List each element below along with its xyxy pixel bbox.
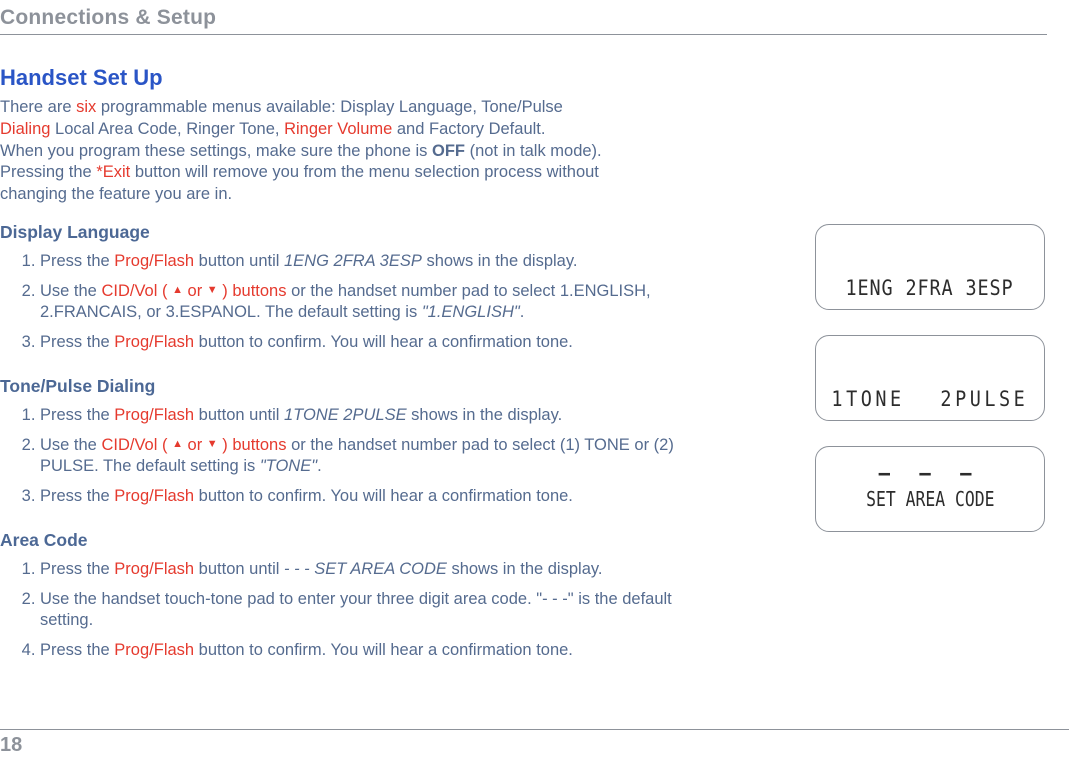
list-area-code: Press the Prog/Flash button until - - - … (0, 559, 705, 670)
highlight-dialing: Dialing (0, 120, 50, 138)
highlight-progflash: Prog/Flash (114, 252, 194, 270)
text: and Factory Default. (392, 120, 545, 138)
text: Pressing the (0, 163, 96, 181)
highlight-ringer-volume: Ringer Volume (284, 120, 392, 138)
text: Press the (40, 641, 114, 659)
highlight-progflash: Prog/Flash (114, 641, 194, 659)
page-footer: 18 (0, 729, 1069, 757)
highlight-six: six (76, 98, 96, 116)
arrow-down-icon: ▼ (207, 437, 218, 452)
list-item: Use the handset touch-tone pad to enter … (40, 589, 705, 641)
text: Use the handset touch-tone pad to enter … (40, 590, 672, 630)
text: Press the (40, 560, 114, 578)
text: shows in the display. (422, 252, 578, 270)
heading-tone-pulse: Tone/Pulse Dialing (0, 376, 705, 397)
text: There are (0, 98, 76, 116)
heading-display-language: Display Language (0, 222, 705, 243)
list-item: Press the Prog/Flash button to confirm. … (40, 332, 705, 362)
list-item: Use the CID/Vol ( ▲ or ▼ ) buttons or th… (40, 281, 705, 333)
text: button until (194, 406, 284, 424)
text: shows in the display. (407, 406, 563, 424)
highlight-progflash: Prog/Flash (114, 406, 194, 424)
text: changing the feature you are in. (0, 185, 232, 203)
highlight-exit: *Exit (96, 163, 130, 181)
text: Use the (40, 282, 101, 300)
lcd-displays-column: 1ENG 2FRA 3ESP 1TONE 2PULSE – – – SET AR… (815, 39, 1047, 680)
text: Use the (40, 436, 101, 454)
page-number: 18 (0, 734, 22, 756)
arrow-up-icon: ▲ (172, 283, 183, 298)
lcd-display-areacode: – – – SET AREA CODE (815, 446, 1045, 532)
heading-area-code: Area Code (0, 530, 705, 551)
text: button will remove you from the menu sel… (130, 163, 599, 181)
highlight-cidvol: CID/Vol ( ▲ or ▼ ) buttons (101, 436, 286, 454)
arrow-down-icon: ▼ (207, 283, 218, 298)
italic-text: "TONE" (260, 457, 317, 475)
text: . (317, 457, 322, 475)
list-item: Press the Prog/Flash button to confirm. … (40, 640, 705, 670)
text: shows in the display. (447, 560, 603, 578)
intro-paragraph: There are six programmable menus availab… (0, 97, 705, 206)
text: . (520, 303, 525, 321)
highlight-cidvol: CID/Vol ( ▲ or ▼ ) buttons (101, 282, 286, 300)
list-item: Press the Prog/Flash button to confirm. … (40, 486, 705, 516)
text: When you program these settings, make su… (0, 142, 432, 160)
body-text: Handset Set Up There are six programmabl… (0, 39, 705, 680)
list-item: Press the Prog/Flash button until - - - … (40, 559, 705, 589)
text: (not in talk mode). (465, 142, 602, 160)
list-display-language: Press the Prog/Flash button until 1ENG 2… (0, 251, 705, 362)
italic-text: 1TONE 2PULSE (284, 406, 407, 424)
list-item: Use the CID/Vol ( ▲ or ▼ ) buttons or th… (40, 435, 705, 487)
text: button to confirm. You will hear a confi… (194, 641, 573, 659)
text: programmable menus available: Display La… (96, 98, 563, 116)
text: button until (194, 252, 284, 270)
list-item: Press the Prog/Flash button until 1TONE … (40, 405, 705, 435)
text: Press the (40, 406, 114, 424)
italic-text: "1.ENGLISH" (422, 303, 520, 321)
text: Press the (40, 487, 114, 505)
heading-handset-setup: Handset Set Up (0, 65, 705, 91)
arrow-up-icon: ▲ (172, 437, 183, 452)
highlight-progflash: Prog/Flash (114, 487, 194, 505)
text: button until (194, 560, 284, 578)
list-tone-pulse: Press the Prog/Flash button until 1TONE … (0, 405, 705, 516)
italic-text: - - - SET AREA CODE (284, 560, 447, 578)
text: button to confirm. You will hear a confi… (194, 487, 573, 505)
lcd-text: – – – (879, 461, 981, 485)
list-item: Press the Prog/Flash button until 1ENG 2… (40, 251, 705, 281)
highlight-progflash: Prog/Flash (114, 333, 194, 351)
text-off: OFF (432, 142, 465, 160)
italic-text: 1ENG 2FRA 3ESP (284, 252, 422, 270)
section-title: Connections & Setup (0, 6, 1047, 35)
highlight-progflash: Prog/Flash (114, 560, 194, 578)
text: Local Area Code, Ringer Tone, (50, 120, 284, 138)
text: button to confirm. You will hear a confi… (194, 333, 573, 351)
text: Press the (40, 252, 114, 270)
lcd-text: 1ENG 2FRA 3ESP (846, 276, 1014, 300)
lcd-text: SET AREA CODE (866, 487, 994, 511)
lcd-display-language: 1ENG 2FRA 3ESP (815, 224, 1045, 310)
lcd-display-tonepulse: 1TONE 2PULSE (815, 335, 1045, 421)
lcd-text: 1TONE 2PULSE (832, 387, 1029, 411)
text: Press the (40, 333, 114, 351)
